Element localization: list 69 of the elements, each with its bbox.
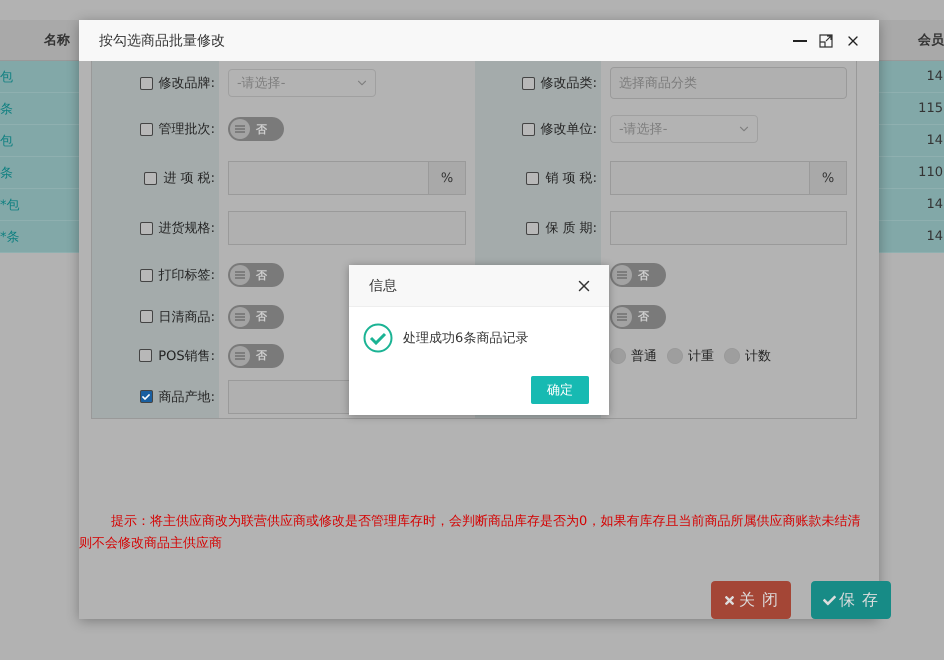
field-label: 修改单位: <box>540 121 597 138</box>
field-label: 商品产地: <box>158 388 215 406</box>
lines-icon <box>234 312 246 322</box>
checkbox[interactable] <box>140 310 153 323</box>
field-label: 销 项 税: <box>545 170 597 187</box>
lines-icon <box>234 350 246 360</box>
success-check-icon <box>363 323 393 353</box>
radio-option[interactable]: 计数 <box>724 346 771 364</box>
input-field[interactable]: % <box>610 161 847 195</box>
field-label: POS销售: <box>158 348 215 364</box>
field-label: 进 项 税: <box>163 170 215 187</box>
save-button[interactable]: 保 存 <box>810 581 891 619</box>
checkbox[interactable] <box>522 76 535 90</box>
field-label: 管理批次: <box>158 121 215 138</box>
field-label: 保 质 期: <box>545 220 597 237</box>
checkbox[interactable] <box>140 222 153 234</box>
radio-option[interactable]: 普通 <box>610 346 657 364</box>
lines-icon <box>234 270 246 280</box>
ok-button[interactable]: 确定 <box>531 376 589 404</box>
radio-option[interactable]: 计重 <box>667 346 714 364</box>
table-cell-text: *条 <box>0 228 20 246</box>
field-label: 打印标签: <box>158 267 215 284</box>
input-field[interactable] <box>610 211 847 245</box>
table-cell: 115 <box>918 101 943 116</box>
hint-text: 提示：将主供应商改为联营供应商或修改是否管理库存时，会判断商品库存是否为0，如果有库存且当前商品所属供应商账款未结清则不会修改商品主供应商 <box>79 513 862 553</box>
table-cell: 14 <box>926 133 943 148</box>
toggle-switch[interactable]: 否 <box>228 344 284 368</box>
message-text: 处理成功6条商品记录 <box>403 330 528 347</box>
checkbox[interactable] <box>140 76 153 90</box>
checkbox[interactable] <box>522 122 535 136</box>
toggle-switch[interactable]: 否 <box>228 263 284 287</box>
close-button[interactable]: 关 闭 <box>710 581 791 619</box>
table-cell: 14 <box>926 197 943 212</box>
lines-icon <box>234 124 246 134</box>
table-cell-text: 包 <box>0 68 13 86</box>
toggle-switch[interactable]: 否 <box>228 117 284 141</box>
input-field[interactable]: % <box>228 161 466 195</box>
field-label: 日清商品: <box>158 308 215 326</box>
table-cell-text: *包 <box>0 196 20 214</box>
lines-icon <box>616 270 628 280</box>
table-cell-text: 条 <box>0 164 13 182</box>
table-cell-text: 包 <box>0 132 13 150</box>
field-label: 修改品类: <box>540 75 597 92</box>
table-cell-text: 条 <box>0 100 13 118</box>
table-cell: 14 <box>926 229 943 244</box>
toggle-switch[interactable]: 否 <box>228 304 284 328</box>
checkbox[interactable] <box>139 349 152 362</box>
lines-icon <box>616 312 628 322</box>
input-field[interactable] <box>228 211 466 245</box>
message-title: 信息 <box>369 276 397 294</box>
check-icon <box>822 594 836 606</box>
field-label: 进货规格: <box>158 220 215 237</box>
checkbox[interactable] <box>140 268 153 282</box>
toggle-switch[interactable]: 否 <box>610 304 666 328</box>
toggle-switch[interactable]: 否 <box>610 263 666 287</box>
maximize-icon[interactable] <box>819 34 833 48</box>
column-header: 名称 <box>42 32 71 49</box>
table-cell: 110 <box>918 165 943 180</box>
check-icon <box>142 392 150 400</box>
checkbox[interactable] <box>140 122 153 136</box>
table-cell: 14 <box>926 69 943 84</box>
checkbox[interactable] <box>526 222 540 234</box>
field-label: 修改品牌: <box>158 75 215 92</box>
checkbox[interactable] <box>144 172 158 184</box>
dialog-title: 按勾选商品批量修改 <box>99 32 226 50</box>
checkbox[interactable] <box>140 390 153 403</box>
column-header: 会员 <box>918 32 944 49</box>
checkbox[interactable] <box>526 172 540 184</box>
x-icon <box>722 594 736 606</box>
